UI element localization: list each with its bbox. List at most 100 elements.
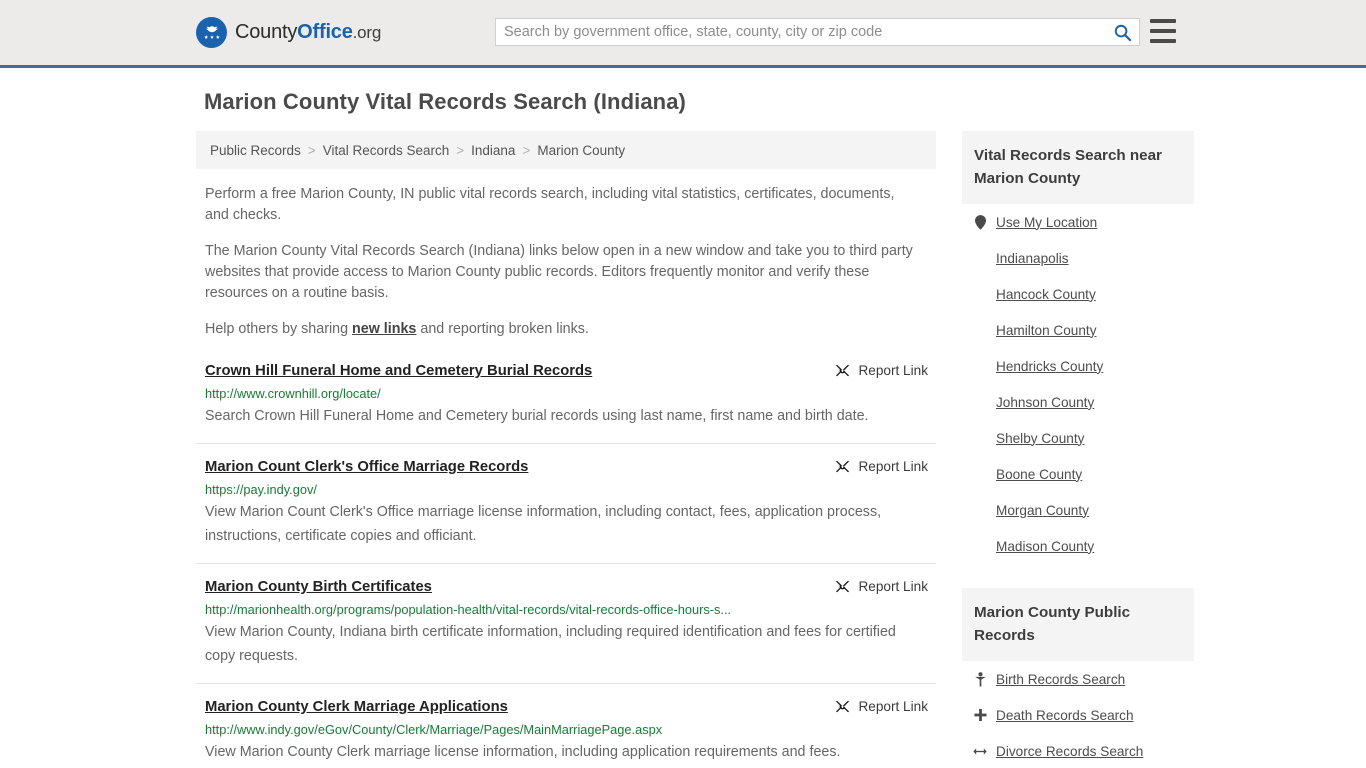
result-description: View Marion Count Clerk's Office marriag… <box>205 504 882 544</box>
sidebar-list-item[interactable]: Death Records Search <box>962 697 1194 733</box>
result-item: Marion County Clerk Marriage Application… <box>196 698 936 768</box>
new-links-link[interactable]: new links <box>352 321 416 337</box>
sidebar-list-item[interactable]: Johnson County <box>962 384 1194 420</box>
report-link-button[interactable]: Report Link <box>835 579 928 594</box>
report-link-label: Report Link <box>858 363 928 378</box>
result-header: Marion County Birth Certificates Report L… <box>205 578 936 597</box>
intro-paragraph-3: Help others by sharing new links and rep… <box>205 319 919 340</box>
sidebar-list-item[interactable]: Madison County <box>962 528 1194 564</box>
result-url: https://pay.indy.gov/ <box>205 482 317 497</box>
result-title-link[interactable]: Marion County Birth Certificates <box>205 578 432 597</box>
hamburger-menu-icon[interactable] <box>1150 19 1176 43</box>
sidebar-list-item[interactable]: Divorce Records Search <box>962 733 1194 768</box>
map-pin-icon <box>974 214 986 230</box>
site-header: CountyOffice.org <box>0 0 1366 68</box>
sidebar-list-item[interactable]: Hamilton County <box>962 312 1194 348</box>
no-icon <box>973 323 987 337</box>
breadcrumb-separator: > <box>456 142 465 158</box>
search-input[interactable] <box>496 19 1105 45</box>
sidebar-link[interactable]: Use My Location <box>996 215 1097 230</box>
no-icon <box>973 251 987 265</box>
sidebar-list-item[interactable]: Indianapolis <box>962 240 1194 276</box>
nearby-heading: Vital Records Search near Marion County <box>962 131 1194 204</box>
search-icon <box>1114 24 1131 41</box>
main-column: Public Records > Vital Records Search > Indi… <box>196 131 936 768</box>
sidebar-link[interactable]: Hamilton County <box>996 323 1097 338</box>
intro-paragraph-1: Perform a free Marion County, IN public … <box>205 186 895 223</box>
sidebar-link[interactable]: Madison County <box>996 539 1094 554</box>
menu-bar-1 <box>1150 19 1176 23</box>
menu-bar-2 <box>1150 29 1176 33</box>
nearby-list: Use My Location Indianapolis Hancock Count… <box>962 204 1194 564</box>
broken-link-icon <box>836 460 850 473</box>
breadcrumb-item-0[interactable]: Public Records <box>210 143 301 158</box>
sidebar-link[interactable]: Death Records Search <box>996 708 1134 723</box>
site-logo-link[interactable]: CountyOffice.org <box>196 17 381 48</box>
brand-part-tld: .org <box>352 23 382 42</box>
result-header: Crown Hill Funeral Home and Cemetery Bur… <box>205 362 936 381</box>
page-title: Marion County Vital Records Search (Indi… <box>204 89 686 114</box>
result-item: Marion Count Clerk's Office Marriage Rec… <box>196 458 936 564</box>
report-link-label: Report Link <box>858 579 928 594</box>
broken-link-icon <box>836 580 850 593</box>
sidebar-link[interactable]: Hendricks County <box>996 359 1103 374</box>
brand-wordmark: CountyOffice.org <box>235 21 381 44</box>
sidebar-link[interactable]: Divorce Records Search <box>996 744 1143 759</box>
report-link-button[interactable]: Report Link <box>835 363 928 378</box>
sidebar-list-item[interactable]: Use My Location <box>962 204 1194 240</box>
result-item: Marion County Birth Certificates Report L… <box>196 578 936 684</box>
sidebar-list-item[interactable]: Hendricks County <box>962 348 1194 384</box>
result-title-link[interactable]: Crown Hill Funeral Home and Cemetery Bur… <box>205 362 592 381</box>
sidebar-link[interactable]: Hancock County <box>996 287 1096 302</box>
breadcrumb: Public Records > Vital Records Search > Indi… <box>196 131 936 169</box>
page-container: Marion County Vital Records Search (Indi… <box>0 89 1366 768</box>
intro-text-after: and reporting broken links. <box>416 321 589 337</box>
split-arrows-icon <box>973 747 987 755</box>
result-url: http://marionhealth.org/programs/populat… <box>205 602 732 617</box>
no-icon <box>973 539 987 553</box>
sidebar-link[interactable]: Birth Records Search <box>996 672 1125 687</box>
broken-link-icon <box>836 364 850 377</box>
report-link-label: Report Link <box>858 459 928 474</box>
no-icon <box>973 395 987 409</box>
report-link-button[interactable]: Report Link <box>835 459 928 474</box>
no-icon <box>973 467 987 481</box>
sidebar: Vital Records Search near Marion County … <box>962 131 1194 768</box>
sidebar-link[interactable]: Johnson County <box>996 395 1094 410</box>
breadcrumb-item-1[interactable]: Vital Records Search <box>323 143 450 158</box>
no-icon <box>973 503 987 517</box>
public-records-heading: Marion County Public Records <box>962 588 1194 661</box>
sidebar-link[interactable]: Morgan County <box>996 503 1089 518</box>
public-records-list: Birth Records Search Death Records Search… <box>962 661 1194 768</box>
sidebar-list-item[interactable]: Shelby County <box>962 420 1194 456</box>
search-button[interactable] <box>1105 19 1139 45</box>
search-bar[interactable] <box>495 18 1140 46</box>
breadcrumb-item-2[interactable]: Indiana <box>471 143 515 158</box>
breadcrumb-separator: > <box>522 142 531 158</box>
sidebar-list-item[interactable]: Boone County <box>962 456 1194 492</box>
result-url: http://www.indy.gov/eGov/County/Clerk/Ma… <box>205 722 663 737</box>
intro-text-before: Help others by sharing <box>205 321 353 337</box>
sidebar-link[interactable]: Shelby County <box>996 431 1084 446</box>
sidebar-link[interactable]: Indianapolis <box>996 251 1069 266</box>
result-url: http://www.crownhill.org/locate/ <box>205 386 381 401</box>
result-description: View Marion County Clerk marriage licens… <box>205 744 841 760</box>
no-icon <box>973 287 987 301</box>
report-link-button[interactable]: Report Link <box>835 699 928 714</box>
menu-bar-3 <box>1150 39 1176 43</box>
sidebar-list-item[interactable]: Hancock County <box>962 276 1194 312</box>
sidebar-list-item[interactable]: Birth Records Search <box>962 661 1194 697</box>
no-icon <box>973 359 987 373</box>
result-item: Crown Hill Funeral Home and Cemetery Bur… <box>196 362 936 444</box>
map-pin-icon <box>973 214 987 230</box>
sidebar-link[interactable]: Boone County <box>996 467 1082 482</box>
result-title-link[interactable]: Marion Count Clerk's Office Marriage Rec… <box>205 458 528 477</box>
public-records-block: Marion County Public Records Birth Recor… <box>962 588 1194 768</box>
sidebar-list-item[interactable]: Morgan County <box>962 492 1194 528</box>
baby-icon <box>974 671 986 687</box>
nearby-block: Vital Records Search near Marion County … <box>962 131 1194 564</box>
result-title-link[interactable]: Marion County Clerk Marriage Application… <box>205 698 508 717</box>
breadcrumb-item-3: Marion County <box>537 142 626 158</box>
brand-part-office: Office <box>297 21 353 43</box>
baby-icon <box>973 671 987 687</box>
